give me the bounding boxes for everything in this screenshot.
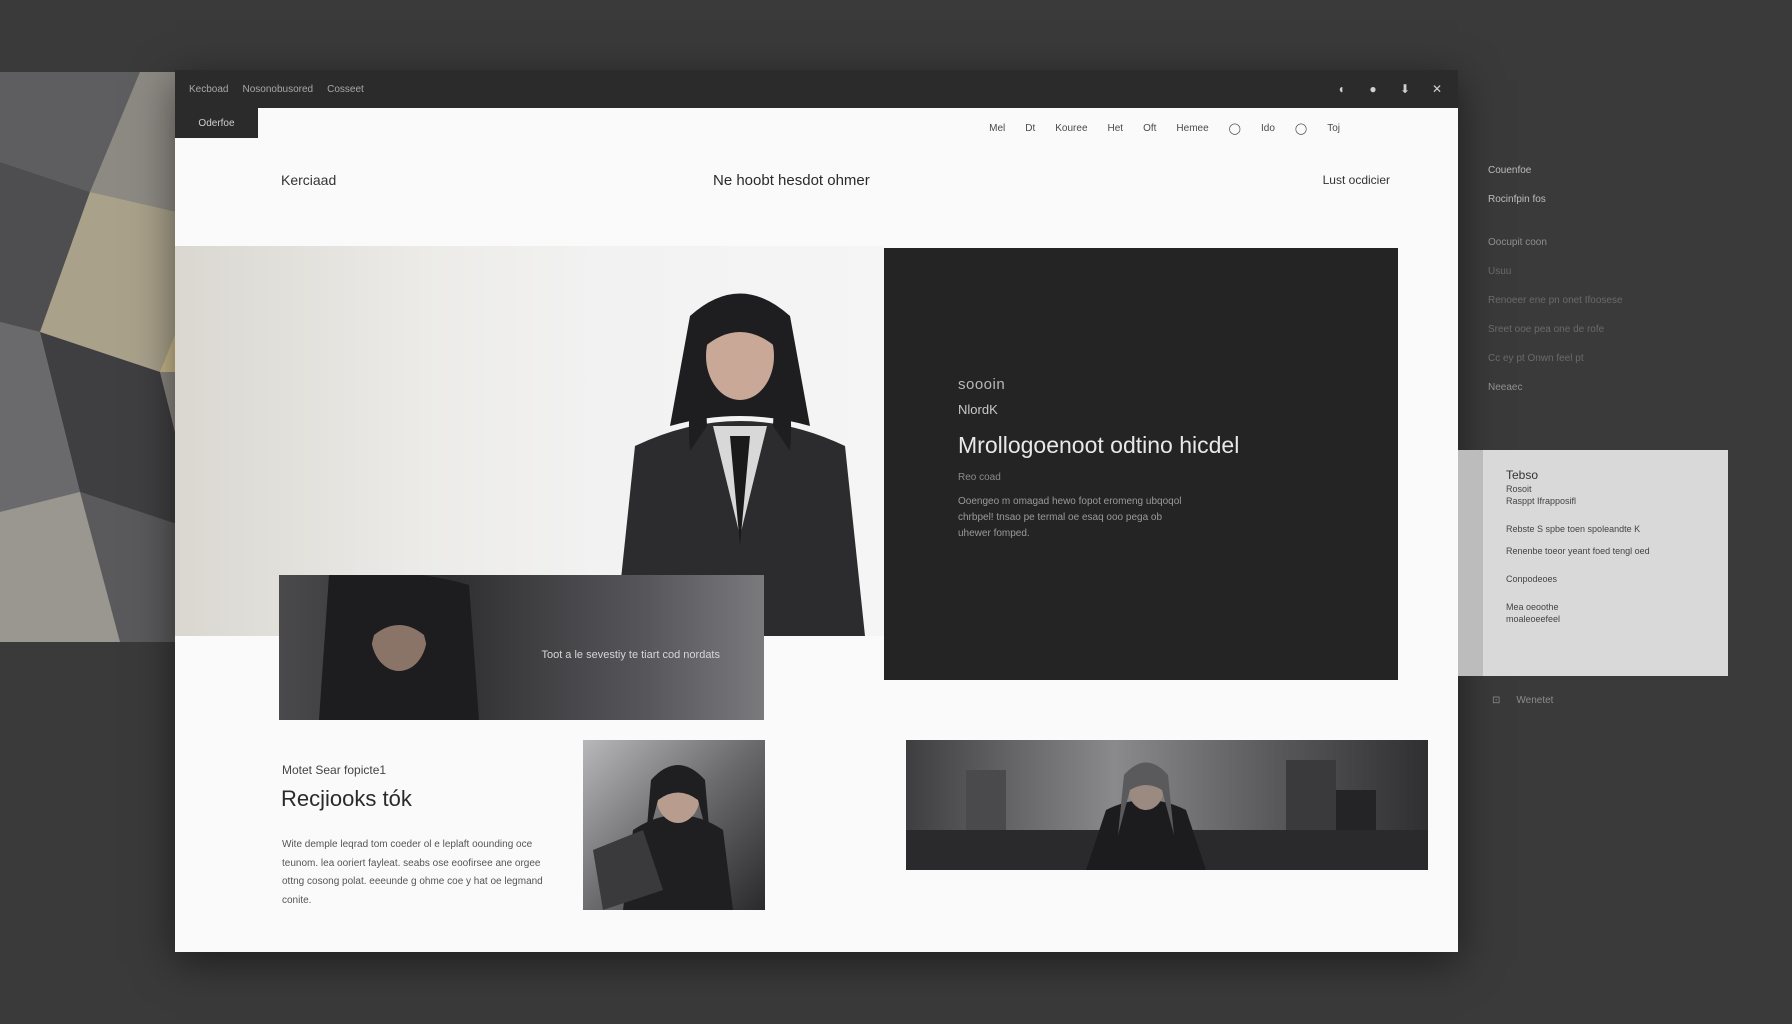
banner-portrait [319,575,479,720]
thumbnail-portrait [593,765,733,910]
side-card-line: Rebste S spbe toen spoleandte K [1506,524,1641,534]
feature-subtitle: NlordK [958,402,998,417]
camera-icon[interactable]: ⊡ [1492,695,1500,706]
side-card-line: moaleoeefeel [1506,614,1561,624]
side-card-content: Tebso Rosoit Rasppt Ifrapposifl Rebste S… [1506,468,1650,624]
side-card-line: Mea oeoothe [1506,602,1559,612]
side-item[interactable]: Renoeer ene pn onet Ifoosese [1488,295,1623,306]
side-card-line: Rasppt Ifrapposifl [1506,496,1577,506]
feature-eyebrow: soooin [958,376,1006,393]
section-title: Recjiooks tók [281,786,412,811]
banner-image[interactable]: Toot a le sevestiy te tiart cod nordats [279,575,764,720]
side-footer-label[interactable]: Wenetet [1516,695,1553,706]
nav-item-kouree[interactable]: Kouree [1055,123,1087,134]
nav-item-oft[interactable]: Oft [1143,123,1156,134]
side-item[interactable]: Neeaec [1488,382,1623,393]
titlebar-item[interactable]: Nosonobusored [242,84,313,95]
office-scene [906,760,1428,870]
expand-icon[interactable]: ✕ [1430,82,1444,96]
side-card-line: Conpodeoes [1506,574,1558,584]
header-link[interactable]: Lust ocdicier [1323,173,1390,187]
search-icon[interactable]: ◯ [1229,122,1241,135]
side-item[interactable]: Usuu [1488,266,1623,277]
nav-item-ido[interactable]: Ido [1261,123,1275,134]
side-item[interactable]: Couenfoe [1488,165,1623,176]
nav-item-het[interactable]: Het [1108,123,1124,134]
pin-icon[interactable]: ◖ [1334,82,1348,96]
search-icon[interactable]: ◯ [1295,122,1307,135]
side-item[interactable]: Rocinfpin fos [1488,194,1623,205]
side-card[interactable]: Tebso Rosoit Rasppt Ifrapposifl Rebste S… [1458,450,1728,676]
feature-panel: soooin NlordK Mrollogoenoot odtino hicde… [884,248,1398,680]
feature-title: Mrollogoenoot odtino hicdel [958,432,1240,458]
window-controls: ◖ ● ⬇ ✕ [1334,70,1444,108]
side-item[interactable]: Sreet ooe pea one de rofe [1488,324,1623,335]
nav-item-hemee[interactable]: Hemee [1176,123,1208,134]
banner-caption: Toot a le sevestiy te tiart cod nordats [541,649,720,661]
titlebar-item[interactable]: Kecboad [189,84,228,95]
titlebar: Kecboad Nosonobusored Cosseet ◖ ● ⬇ ✕ [175,70,1458,108]
browser-window: Kecboad Nosonobusored Cosseet ◖ ● ⬇ ✕ Od… [175,70,1458,952]
thumbnail-image[interactable] [583,740,765,910]
page-title: Ne hoobt hesdot ohmer [713,172,870,189]
download-icon[interactable]: ⬇ [1398,82,1412,96]
circle-icon[interactable]: ● [1366,82,1380,96]
side-item[interactable]: Cc ey pt Onwn feel pt [1488,353,1623,364]
site-logo-text[interactable]: Kerciaad [281,172,336,188]
top-navigation: Mel Dt Kouree Het Oft Hemee ◯ Ido ◯ Toj [989,122,1340,135]
titlebar-item[interactable]: Cosseet [327,84,364,95]
section-body: Wite demple leqrad tom coeder ol e lepla… [282,839,543,906]
side-item[interactable]: Oocupit coon [1488,237,1623,248]
active-tab[interactable]: Oderfoe [175,108,258,138]
side-menu: Couenfoe Rocinfpin fos Oocupit coon Usuu… [1488,165,1623,411]
nav-item-mel[interactable]: Mel [989,123,1005,134]
feature-body: Ooengeo m omagad hewo fopot eromeng ubqo… [958,496,1182,539]
nav-item-dt[interactable]: Dt [1025,123,1035,134]
feature-small-label: Reo coad [958,472,1001,483]
nav-item-toj[interactable]: Toj [1327,123,1340,134]
side-card-title: Tebso [1506,468,1539,482]
side-footer[interactable]: ⊡ Wenetet [1492,695,1553,706]
side-card-strip [1458,450,1483,676]
wide-image[interactable] [906,740,1428,870]
side-card-line: Rosoit [1506,484,1532,494]
side-card-line: Renenbe toeor yeant foed tengl oed [1506,546,1650,556]
section-eyebrow: Motet Sear fopicte1 [282,763,387,777]
